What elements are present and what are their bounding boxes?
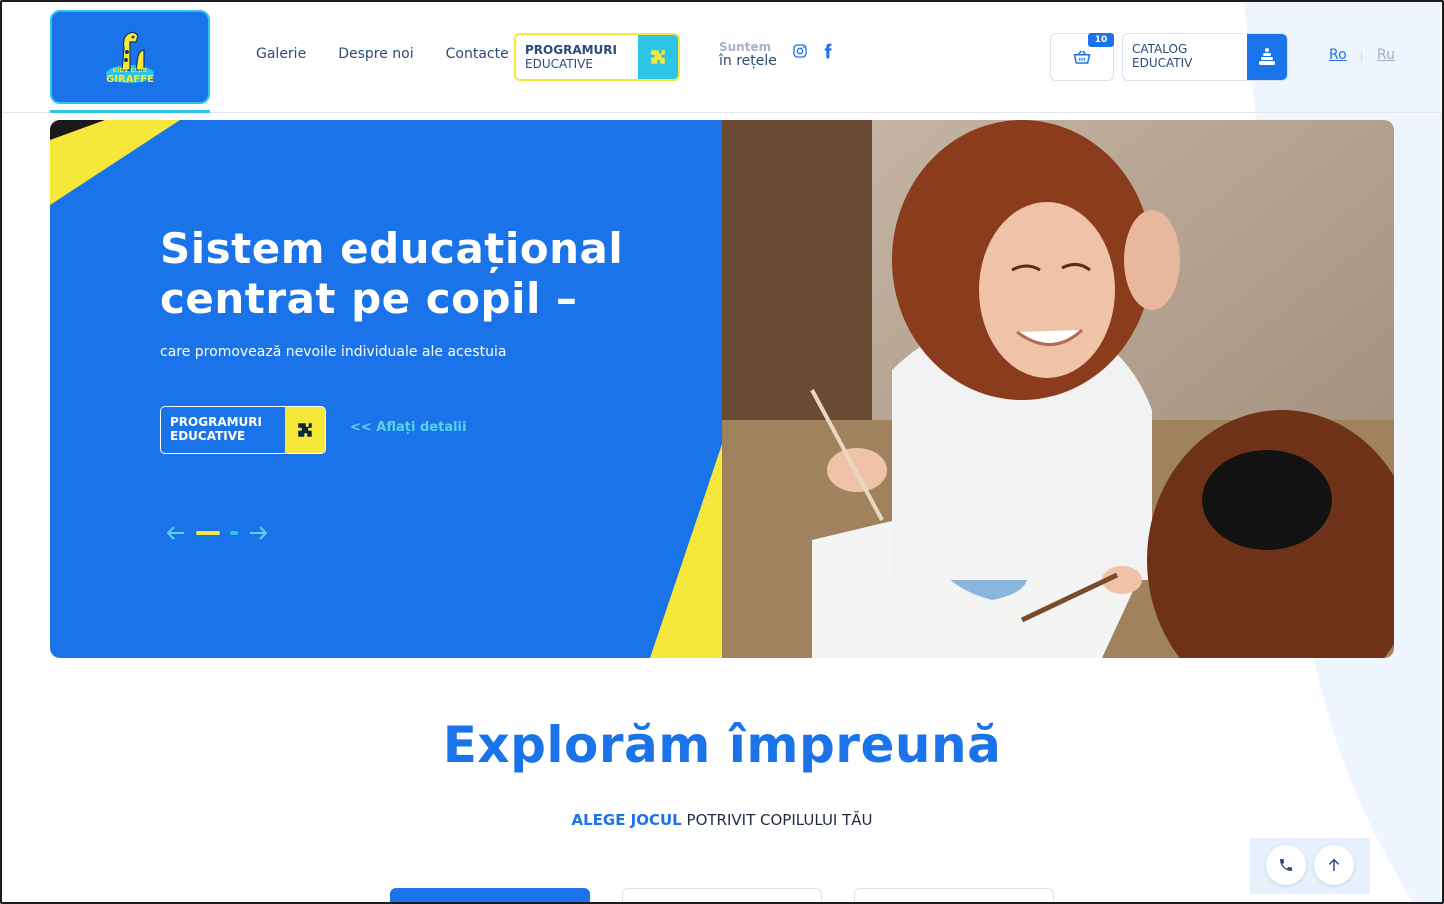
logo-active-indicator [50,110,210,113]
instagram-icon[interactable] [791,42,809,60]
nav-link-despre-noi[interactable]: Despre noi [338,46,413,62]
hero-content-panel: Sistem educațional centrat pe copil – ca… [50,120,730,658]
slider-controls [166,523,268,543]
educational-programs-button[interactable]: PROGRAMURI EDUCATIVE [514,33,680,81]
programs-button-line2: EDUCATIVE [525,57,593,71]
slider-next-arrow-icon[interactable] [248,523,268,543]
section-subtitle-rest: POTRIVIT COPILULUI TĂU [681,811,873,829]
slider-prev-arrow-icon[interactable] [166,523,186,543]
hero-slider: Sistem educațional centrat pe copil – ca… [50,120,1394,658]
language-separator: | [1360,51,1364,62]
scroll-to-top-button[interactable] [1314,845,1354,885]
hero-subtitle: care promovează nevoile individuale ale … [160,344,507,360]
puzzle-icon [285,407,325,453]
hero-programs-button[interactable]: PROGRAMURI EDUCATIVE [160,406,326,454]
section-subtitle: ALEGE JOCUL POTRIVIT COPILULUI TĂU [0,811,1444,829]
catalog-button-line2: EDUCATIV [1132,56,1193,70]
nav-link-galerie[interactable]: Galerie [256,46,306,62]
logo-caption-main: GIRAFFE [106,74,154,85]
social-label: Suntem în rețele [719,40,777,69]
language-ro[interactable]: Ro [1329,47,1347,63]
nav-link-contacte[interactable]: Contacte [446,46,509,62]
section-title: Explorăm împreună [442,716,1002,774]
game-tab-2[interactable] [622,888,822,904]
main-nav: Galerie Despre noi Contacte [256,46,509,62]
basket-icon [1073,50,1091,64]
site-header: KIDS CLUB GIRAFFE Galerie Despre noi Con… [0,0,1444,113]
social-label-line2: în rețele [719,53,777,69]
learn-more-link[interactable]: << Aflați detalii [350,420,466,435]
hero-title: Sistem educațional centrat pe copil – [160,224,624,323]
slider-dot[interactable] [230,531,238,535]
slider-dot-active[interactable] [196,531,220,535]
cart-count-badge: 10 [1088,33,1114,47]
educational-catalog-button[interactable]: CATALOG EDUCATIV [1122,33,1288,81]
hero-photo [722,120,1394,658]
phone-icon [1280,859,1292,871]
hero-button-line2: EDUCATIVE [170,429,246,443]
programs-button-line1: PROGRAMURI [525,43,618,57]
catalog-button-line1: CATALOG [1132,42,1188,56]
arrow-up-icon [1328,858,1340,871]
game-tab-3[interactable] [854,888,1054,904]
call-button[interactable] [1266,845,1306,885]
puzzle-icon [638,35,678,79]
social-label-line1: Suntem [719,40,772,54]
pyramid-toy-icon [1247,34,1287,80]
language-ru[interactable]: Ru [1377,47,1395,63]
hero-button-line1: PROGRAMURI [170,415,263,429]
section-subtitle-highlight: ALEGE JOCUL [571,811,682,829]
hero-decoration [50,120,730,658]
facebook-icon[interactable] [819,42,837,60]
site-logo[interactable]: KIDS CLUB GIRAFFE [50,10,210,104]
game-tab-1[interactable] [390,888,590,904]
